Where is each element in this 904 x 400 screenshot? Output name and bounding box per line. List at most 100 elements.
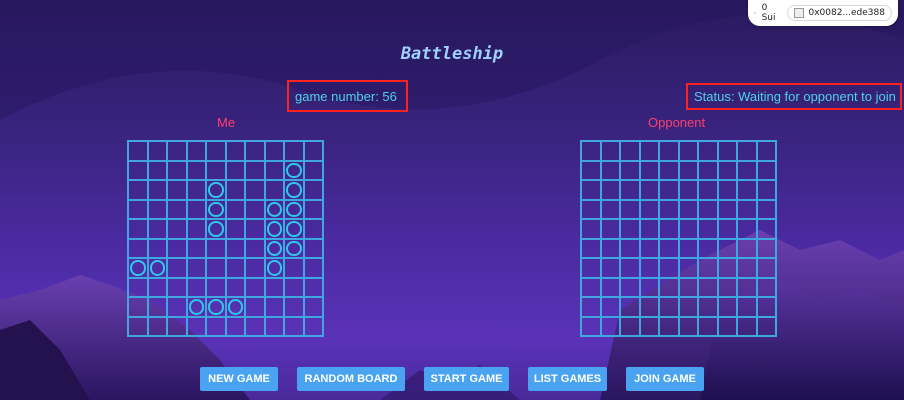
board-cell[interactable] — [717, 141, 737, 161]
board-cell[interactable] — [264, 316, 284, 336]
board-cell[interactable] — [737, 199, 757, 219]
board-cell[interactable] — [303, 238, 323, 258]
board-cell[interactable] — [639, 199, 659, 219]
board-cell[interactable] — [167, 180, 187, 200]
ship-cell[interactable] — [206, 180, 226, 200]
random-board-button[interactable]: RANDOM BOARD — [297, 367, 405, 391]
board-cell[interactable] — [303, 141, 323, 161]
board-cell[interactable] — [128, 316, 148, 336]
board-cell[interactable] — [245, 316, 265, 336]
board-cell[interactable] — [678, 238, 698, 258]
list-games-button[interactable]: LIST GAMES — [528, 367, 607, 391]
board-cell[interactable] — [167, 258, 187, 278]
board-cell[interactable] — [678, 219, 698, 239]
board-cell[interactable] — [756, 141, 776, 161]
board-cell[interactable] — [600, 160, 620, 180]
board-cell[interactable] — [581, 219, 601, 239]
board-cell[interactable] — [245, 297, 265, 317]
board-cell[interactable] — [167, 160, 187, 180]
board-cell[interactable] — [206, 238, 226, 258]
board-cell[interactable] — [737, 238, 757, 258]
board-cell[interactable] — [659, 297, 679, 317]
board-cell[interactable] — [717, 297, 737, 317]
board-cell[interactable] — [581, 238, 601, 258]
board-cell[interactable] — [639, 180, 659, 200]
board-cell[interactable] — [245, 219, 265, 239]
board-cell[interactable] — [678, 180, 698, 200]
board-cell[interactable] — [659, 238, 679, 258]
board-cell[interactable] — [303, 180, 323, 200]
board-cell[interactable] — [659, 141, 679, 161]
board-cell[interactable] — [303, 277, 323, 297]
board-cell[interactable] — [147, 316, 167, 336]
ship-cell[interactable] — [206, 199, 226, 219]
board-cell[interactable] — [620, 316, 640, 336]
board-cell[interactable] — [737, 316, 757, 336]
board-cell[interactable] — [756, 199, 776, 219]
me-board[interactable] — [127, 140, 324, 337]
board-cell[interactable] — [284, 258, 304, 278]
board-cell[interactable] — [128, 160, 148, 180]
ship-cell[interactable] — [147, 258, 167, 278]
board-cell[interactable] — [245, 277, 265, 297]
board-cell[interactable] — [698, 219, 718, 239]
board-cell[interactable] — [737, 258, 757, 278]
board-cell[interactable] — [167, 141, 187, 161]
board-cell[interactable] — [147, 238, 167, 258]
board-cell[interactable] — [659, 160, 679, 180]
board-cell[interactable] — [620, 180, 640, 200]
board-cell[interactable] — [600, 141, 620, 161]
board-cell[interactable] — [600, 180, 620, 200]
board-cell[interactable] — [756, 297, 776, 317]
board-cell[interactable] — [756, 160, 776, 180]
board-cell[interactable] — [147, 219, 167, 239]
board-cell[interactable] — [303, 160, 323, 180]
ship-cell[interactable] — [264, 258, 284, 278]
board-cell[interactable] — [147, 141, 167, 161]
board-cell[interactable] — [147, 297, 167, 317]
board-cell[interactable] — [678, 199, 698, 219]
board-cell[interactable] — [186, 258, 206, 278]
board-cell[interactable] — [245, 199, 265, 219]
ship-cell[interactable] — [206, 297, 226, 317]
board-cell[interactable] — [620, 141, 640, 161]
board-cell[interactable] — [186, 277, 206, 297]
board-cell[interactable] — [225, 199, 245, 219]
ship-cell[interactable] — [186, 297, 206, 317]
board-cell[interactable] — [581, 316, 601, 336]
board-cell[interactable] — [581, 277, 601, 297]
board-cell[interactable] — [128, 277, 148, 297]
board-cell[interactable] — [264, 160, 284, 180]
board-cell[interactable] — [206, 160, 226, 180]
board-cell[interactable] — [620, 160, 640, 180]
board-cell[interactable] — [167, 297, 187, 317]
board-cell[interactable] — [659, 219, 679, 239]
board-cell[interactable] — [167, 219, 187, 239]
board-cell[interactable] — [186, 316, 206, 336]
board-cell[interactable] — [303, 258, 323, 278]
board-cell[interactable] — [186, 238, 206, 258]
start-game-button[interactable]: START GAME — [424, 367, 509, 391]
board-cell[interactable] — [147, 180, 167, 200]
board-cell[interactable] — [264, 141, 284, 161]
board-cell[interactable] — [756, 316, 776, 336]
board-cell[interactable] — [245, 238, 265, 258]
board-cell[interactable] — [698, 258, 718, 278]
board-cell[interactable] — [756, 180, 776, 200]
board-cell[interactable] — [659, 258, 679, 278]
board-cell[interactable] — [167, 238, 187, 258]
board-cell[interactable] — [639, 316, 659, 336]
board-cell[interactable] — [600, 219, 620, 239]
board-cell[interactable] — [206, 258, 226, 278]
board-cell[interactable] — [225, 316, 245, 336]
board-cell[interactable] — [639, 141, 659, 161]
board-cell[interactable] — [581, 258, 601, 278]
board-cell[interactable] — [620, 277, 640, 297]
board-cell[interactable] — [756, 219, 776, 239]
board-cell[interactable] — [659, 180, 679, 200]
board-cell[interactable] — [698, 199, 718, 219]
board-cell[interactable] — [678, 141, 698, 161]
board-cell[interactable] — [128, 141, 148, 161]
board-cell[interactable] — [284, 297, 304, 317]
board-cell[interactable] — [303, 219, 323, 239]
